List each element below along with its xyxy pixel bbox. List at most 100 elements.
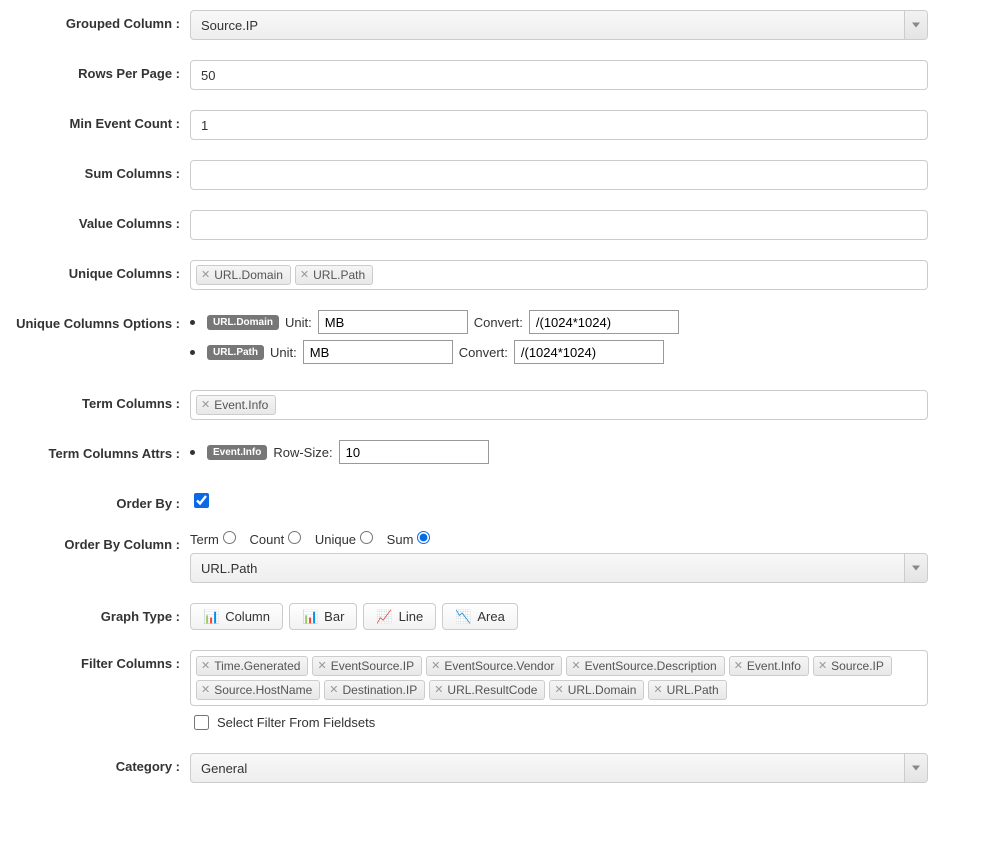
term-column-tag-text: Event.Info (214, 398, 268, 412)
sum-columns-label: Sum Columns : (0, 160, 190, 181)
option-name-tag: URL.Domain (207, 315, 279, 330)
filter-columns-label: Filter Columns : (0, 650, 190, 671)
order-by-term-label: Term (190, 531, 238, 547)
graph-type-group: 📊Column📊Bar 📈 Line 📉Area (190, 603, 928, 630)
remove-tag-icon[interactable]: ✕ (329, 685, 338, 696)
order-by-count-radio[interactable] (288, 531, 301, 544)
unique-column-tag[interactable]: ✕URL.Path (295, 265, 373, 285)
remove-tag-icon[interactable]: ✕ (734, 661, 743, 672)
unit-label: Unit: (285, 315, 312, 330)
remove-tag-icon[interactable]: ✕ (201, 270, 210, 281)
unique-columns-input[interactable]: ✕URL.Domain✕URL.Path (190, 260, 928, 290)
remove-tag-icon[interactable]: ✕ (201, 661, 210, 672)
filter-column-tag[interactable]: ✕URL.ResultCode (429, 680, 545, 700)
remove-tag-icon[interactable]: ✕ (554, 685, 563, 696)
min-event-count-value: 1 (201, 118, 208, 133)
graph-type-column-label: Column (225, 609, 270, 624)
filter-column-tag[interactable]: ✕ Time.Generated (196, 656, 308, 676)
filter-column-tag-text: Destination.IP (342, 683, 417, 697)
unique-columns-label: Unique Columns : (0, 260, 190, 281)
convert-label: Convert: (459, 345, 508, 360)
term-columns-input[interactable]: ✕ Event.Info (190, 390, 928, 420)
graph-type-line-button[interactable]: 📈 Line (363, 603, 436, 630)
graph-type-area-button[interactable]: 📉Area (442, 603, 518, 630)
graph-type-column-button[interactable]: 📊Column (190, 603, 283, 630)
graph-type-line-label: Line (399, 609, 424, 624)
filter-column-tag[interactable]: ✕ Destination.IP (324, 680, 425, 700)
min-event-count-label: Min Event Count : (0, 110, 190, 131)
filter-column-tag-text: EventSource.Vendor (444, 659, 554, 673)
category-label: Category : (0, 753, 190, 774)
select-filter-from-fieldsets-label: Select Filter From Fieldsets (217, 715, 375, 730)
remove-tag-icon[interactable]: ✕ (818, 661, 827, 672)
line-chart-icon: 📈 (376, 610, 392, 623)
min-event-count-input[interactable]: 1 (190, 110, 928, 140)
remove-tag-icon[interactable]: ✕ (201, 685, 210, 696)
order-by-column-select[interactable]: URL.Path (190, 553, 928, 583)
order-by-sum-radio[interactable] (417, 531, 430, 544)
order-by-term-text: Term (190, 532, 219, 547)
option-name-tag: URL.Path (207, 345, 264, 360)
unique-column-option-row: URL.DomainUnit:Convert: (190, 310, 928, 334)
filter-column-tag[interactable]: ✕ EventSource.IP (312, 656, 422, 676)
area-chart-icon: 📉 (455, 610, 471, 623)
order-by-term-radio[interactable] (223, 531, 236, 544)
category-select[interactable]: General (190, 753, 928, 783)
remove-tag-icon[interactable]: ✕ (571, 661, 580, 672)
order-by-label: Order By : (0, 490, 190, 511)
graph-type-bar-button[interactable]: 📊Bar (289, 603, 357, 630)
term-column-tag[interactable]: ✕ Event.Info (196, 395, 276, 415)
filter-column-tag[interactable]: ✕ EventSource.Vendor (426, 656, 562, 676)
graph-type-label: Graph Type : (0, 603, 190, 624)
unique-column-tag[interactable]: ✕URL.Domain (196, 265, 291, 285)
filter-column-tag-text: URL.Domain (568, 683, 637, 697)
grouped-column-select[interactable]: Source.IP (190, 10, 928, 40)
unit-input[interactable] (318, 310, 468, 334)
remove-tag-icon[interactable]: ✕ (431, 661, 440, 672)
filter-column-tag[interactable]: ✕ URL.Domain (549, 680, 644, 700)
row-size-input[interactable] (339, 440, 489, 464)
select-filter-from-fieldsets-checkbox[interactable] (194, 715, 209, 730)
unique-column-option-row: URL.PathUnit:Convert: (190, 340, 928, 364)
convert-input[interactable] (529, 310, 679, 334)
order-by-column-value: URL.Path (201, 561, 257, 576)
graph-type-bar-label: Bar (324, 609, 344, 624)
remove-tag-icon[interactable]: ✕ (434, 685, 443, 696)
filter-column-tag-text: Time.Generated (214, 659, 300, 673)
order-by-sum-label: Sum (387, 531, 432, 547)
filter-column-tag-text: EventSource.Description (585, 659, 717, 673)
remove-tag-icon[interactable]: ✕ (201, 400, 210, 411)
chevron-down-icon (912, 23, 920, 28)
order-by-checkbox[interactable] (194, 493, 209, 508)
grouped-column-label: Grouped Column : (0, 10, 190, 31)
rows-per-page-value: 50 (201, 68, 215, 83)
filter-column-tag[interactable]: ✕Source.HostName (196, 680, 320, 700)
filter-column-tag[interactable]: ✕URL.Path (648, 680, 726, 700)
value-columns-input[interactable] (190, 210, 928, 240)
term-column-attr-row: Event.InfoRow-Size: (190, 440, 928, 464)
rows-per-page-label: Rows Per Page : (0, 60, 190, 81)
filter-column-tag[interactable]: ✕ Source.IP (813, 656, 892, 676)
order-by-unique-label: Unique (315, 531, 375, 547)
row-size-label: Row-Size: (273, 445, 332, 460)
order-by-sum-text: Sum (387, 532, 414, 547)
order-by-column-label: Order By Column : (0, 531, 190, 552)
filter-column-tag-text: EventSource.IP (331, 659, 414, 673)
sum-columns-input[interactable] (190, 160, 928, 190)
filter-column-tag-text: Source.IP (831, 659, 884, 673)
filter-column-tag[interactable]: ✕ EventSource.Description (566, 656, 724, 676)
convert-input[interactable] (514, 340, 664, 364)
unique-columns-options-label: Unique Columns Options : (0, 310, 190, 331)
filter-column-tag[interactable]: ✕Event.Info (729, 656, 809, 676)
filter-columns-input[interactable]: ✕ Time.Generated ✕ EventSource.IP ✕ EventSour… (190, 650, 928, 706)
remove-tag-icon[interactable]: ✕ (317, 661, 326, 672)
rows-per-page-input[interactable]: 50 (190, 60, 928, 90)
order-by-unique-radio[interactable] (360, 531, 373, 544)
value-columns-label: Value Columns : (0, 210, 190, 231)
grouped-column-value: Source.IP (201, 18, 258, 33)
chevron-down-icon (912, 766, 920, 771)
remove-tag-icon[interactable]: ✕ (653, 685, 662, 696)
remove-tag-icon[interactable]: ✕ (300, 270, 309, 281)
unit-input[interactable] (303, 340, 453, 364)
bullet-icon (190, 350, 195, 355)
